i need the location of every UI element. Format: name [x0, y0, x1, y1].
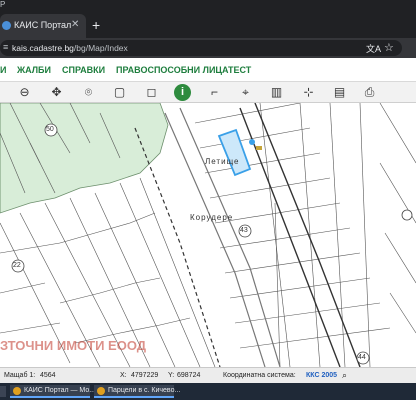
nav-item-complaints[interactable]: ЖАЛБИ [17, 65, 51, 75]
title-strip: P [0, 0, 416, 12]
cadastral-map[interactable]: Летище Корудере 43 50 22 44 ЗТОЧНИ ИМОТИ… [0, 103, 416, 367]
taskbar-item-browser-1[interactable]: КАИС Портал — Мо... [10, 385, 95, 398]
select-area-icon[interactable]: ◻ [143, 84, 160, 101]
pan-icon[interactable]: ✥ [48, 84, 65, 101]
forest-area [0, 103, 169, 214]
parcel-number-44: 44 [358, 354, 366, 361]
taskbar-item-label: Парцели в с. Кичево... [108, 387, 181, 394]
new-tab-button[interactable]: + [92, 18, 100, 32]
location-pin-icon[interactable]: ⌾ [80, 84, 97, 101]
scale-label: Мащаб 1: [4, 372, 36, 379]
taskbar-search-icon[interactable] [0, 386, 6, 397]
y-value: 698724 [177, 372, 201, 379]
parcel-number-43: 43 [240, 227, 248, 234]
browser-app-icon [13, 387, 21, 395]
url-host: kais.cadastre.bg [12, 43, 74, 53]
x-label: X: [120, 372, 127, 379]
address-bar[interactable]: ≡ kais.cadastre.bg/bg/Map/Index 文A ☆ [0, 40, 402, 56]
select-rectangle-icon[interactable]: ▢ [111, 84, 128, 101]
nav-item-references[interactable]: СПРАВКИ [62, 65, 105, 75]
url-path: /bg/Map/Index [73, 43, 128, 53]
print-icon[interactable]: ⎙ [361, 84, 378, 101]
address-toolbar: ≡ kais.cadastre.bg/bg/Map/Index 文A ☆ [0, 38, 416, 58]
map-status-bar: Мащаб 1: 4564 X: 4797229 Y: 698724 Коорд… [0, 367, 416, 383]
bookmark-star-icon[interactable]: ☆ [384, 41, 394, 54]
coordinate-system-label: Координатна система: [223, 372, 296, 379]
selected-parcel[interactable] [217, 128, 252, 177]
main-road-edge [254, 103, 361, 367]
coordinate-system-value[interactable]: ККС 2005 [306, 372, 337, 379]
main-road [239, 107, 341, 367]
taskbar-item-label: КАИС Портал — Мо... [24, 387, 96, 394]
translate-icon[interactable]: 文A [366, 42, 381, 55]
site-info-icon[interactable]: ≡ [3, 42, 8, 52]
draw-tool-icon[interactable]: ⌖ [237, 84, 254, 101]
scale-value: 4564 [40, 372, 56, 379]
parcel-number-22: 22 [13, 262, 21, 269]
tab-strip: КАИС Портал ✕ + [0, 12, 416, 38]
taskbar: КАИС Портал — Мо... Парцели в с. Кичево.… [0, 383, 416, 400]
tab-title: КАИС Портал [14, 20, 72, 30]
nav-item-partial[interactable]: И [0, 65, 6, 75]
street-label-letishte: Летище [205, 157, 240, 166]
favicon-icon [2, 21, 11, 30]
browser-tab[interactable]: КАИС Портал ✕ [0, 14, 86, 38]
close-tab-icon[interactable]: ✕ [71, 19, 79, 30]
parcel-number-50: 50 [46, 126, 54, 133]
nav-item-licensed-persons[interactable]: ПРАВОСПОСОБНИ ЛИЦА [116, 65, 229, 75]
search-icon[interactable]: ⌕ [342, 370, 347, 381]
street-label-korudere: Корудере [190, 213, 234, 222]
road-edge-left [164, 112, 266, 367]
title-strip-text: P [0, 0, 6, 9]
export-icon[interactable]: ▤ [331, 84, 348, 101]
map-canvas[interactable] [0, 103, 416, 367]
site-navigation: И ЖАЛБИ СПРАВКИ ПРАВОСПОСОБНИ ЛИЦА ТЕСТ [0, 58, 416, 82]
zoom-out-icon[interactable]: ⊖ [16, 84, 33, 101]
nav-item-test[interactable]: ТЕСТ [228, 65, 251, 75]
taskbar-item-browser-2[interactable]: Парцели в с. Кичево... [94, 385, 180, 398]
x-value: 4797229 [131, 372, 159, 379]
url-text: kais.cadastre.bg/bg/Map/Index [12, 43, 128, 53]
watermark-text: ЗТОЧНИ ИМОТИ ЕООД [0, 338, 147, 353]
map-toolbar: ⊖ ✥ ⌾ ▢ ◻ i ⌐ ⌖ ▥ ⊹ ▤ ⎙ [0, 82, 416, 103]
browser-app-icon [97, 387, 105, 395]
y-label: Y: [168, 372, 175, 379]
info-icon[interactable]: i [174, 84, 191, 101]
screen: P КАИС Портал ✕ + ≡ kais.cadastre.bg/bg/… [0, 0, 416, 400]
measure-corner-icon[interactable]: ⌐ [206, 84, 223, 101]
building-icon [256, 146, 262, 150]
marker-icon [249, 139, 255, 145]
measure-distance-icon[interactable]: ⊹ [300, 84, 317, 101]
map-layers-icon[interactable]: ▥ [268, 84, 285, 101]
